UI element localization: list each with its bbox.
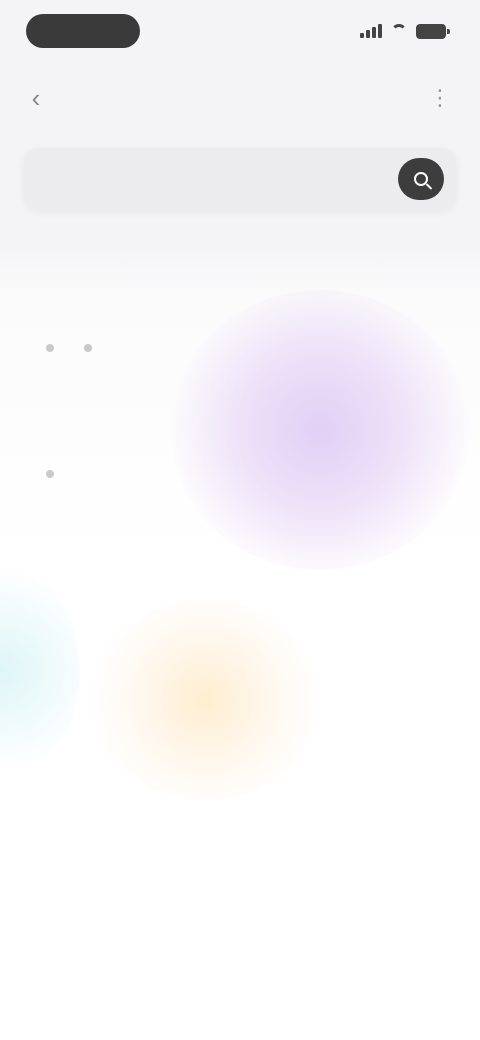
chip-1[interactable] <box>46 470 62 478</box>
bullet-icon <box>46 470 54 478</box>
background-glow-cyan <box>0 560 80 780</box>
background-glow-yellow <box>90 600 320 800</box>
status-bar <box>0 0 480 60</box>
search-button[interactable] <box>398 158 444 200</box>
wifi-icon <box>390 24 408 38</box>
more-button[interactable]: ⋮ <box>426 84 454 112</box>
status-icons <box>360 20 450 42</box>
chevron-left-icon: ‹ <box>31 82 41 113</box>
signal-icon <box>360 24 382 38</box>
more-icon: ⋮ <box>429 85 451 110</box>
back-button[interactable]: ‹ <box>22 82 50 113</box>
search-field[interactable] <box>24 148 456 212</box>
battery-icon <box>416 23 450 39</box>
status-time <box>26 14 140 48</box>
chip-row <box>28 470 458 478</box>
search-input[interactable] <box>40 148 374 212</box>
group-1 <box>28 326 458 352</box>
chip-1[interactable] <box>46 344 62 352</box>
chip-2[interactable] <box>84 344 100 352</box>
search-icon <box>414 172 428 186</box>
group-2 <box>28 452 458 478</box>
chip-row <box>28 344 458 352</box>
nav-bar: ‹ ⋮ <box>0 72 480 124</box>
bullet-icon <box>84 344 92 352</box>
bullet-icon <box>46 344 54 352</box>
app-screen: ‹ ⋮ <box>0 0 480 1040</box>
